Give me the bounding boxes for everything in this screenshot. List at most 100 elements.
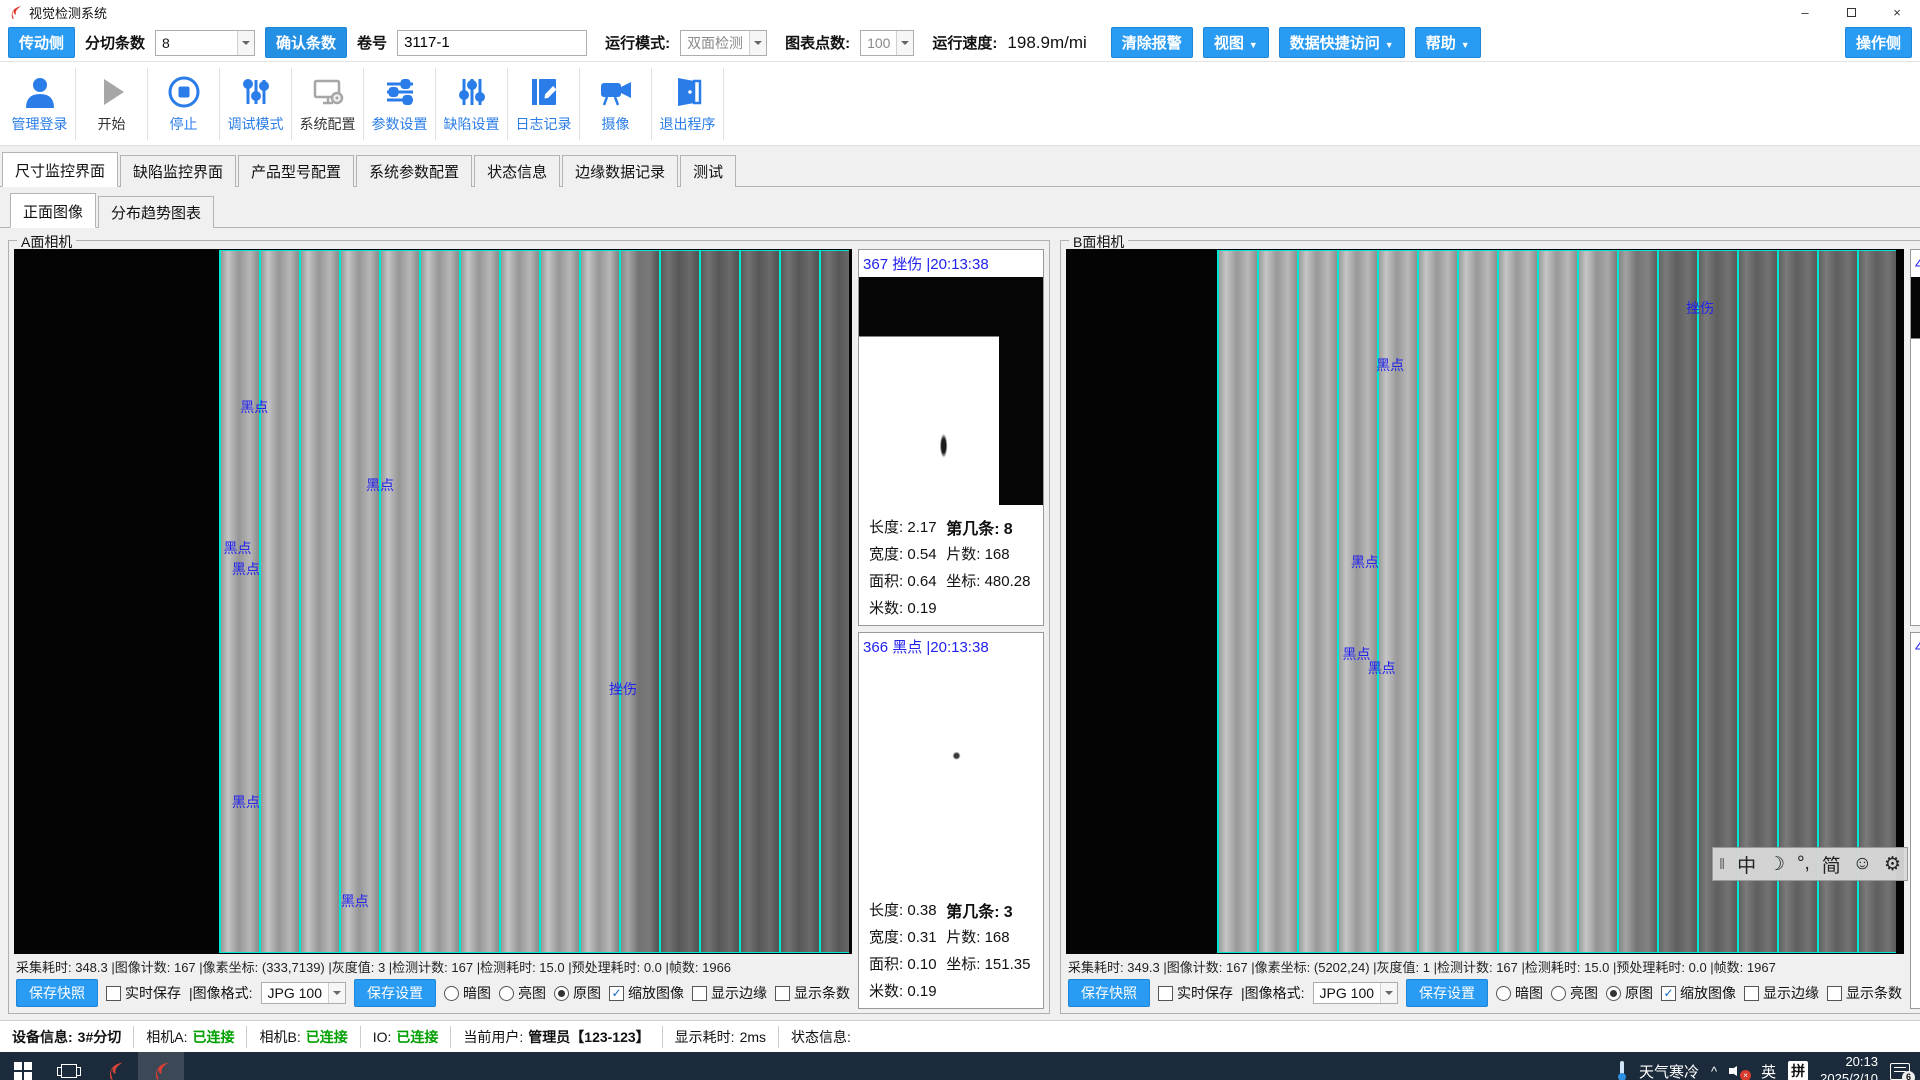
- chevron-down-icon: [749, 31, 766, 55]
- defect-column-b: 479 黑点 |20:13:38 长度: 0.38 第几条: 4 宽度: 0.3…: [1910, 249, 1920, 1009]
- show-edge-checkbox[interactable]: 显示边缘: [692, 983, 767, 1003]
- tab-product-model-config[interactable]: 产品型号配置: [238, 155, 354, 187]
- clear-alarm-button[interactable]: 清除报警: [1111, 27, 1193, 58]
- tab-system-param-config[interactable]: 系统参数配置: [356, 155, 472, 187]
- dark-image-radio[interactable]: 暗图: [444, 983, 491, 1003]
- defect-settings-button[interactable]: 缺陷设置: [436, 68, 508, 140]
- weather-text: 天气寒冷: [1639, 1061, 1699, 1080]
- checkbox-icon: [1158, 986, 1173, 1001]
- slit-count-select[interactable]: 8: [155, 30, 255, 56]
- defect-annotation: 黑点: [224, 538, 252, 558]
- tab-size-monitor[interactable]: 尺寸监控界面: [2, 152, 118, 187]
- system-config-button[interactable]: 系统配置: [292, 68, 364, 140]
- run-mode-label: 运行模式:: [605, 32, 670, 53]
- icon-toolbar: 管理登录 开始 停止 调试模式 系统配置 参数设置 缺陷设置 日志记录 摄像 退…: [0, 62, 1920, 146]
- roll-number-input[interactable]: [397, 30, 587, 56]
- start-button[interactable]: [0, 1052, 46, 1080]
- close-button[interactable]: ×: [1874, 0, 1920, 24]
- realtime-save-checkbox[interactable]: 实时保存: [1158, 983, 1233, 1003]
- tab-test[interactable]: 测试: [680, 155, 736, 187]
- maximize-button[interactable]: [1828, 0, 1874, 24]
- help-menu-button[interactable]: 帮助▼: [1415, 27, 1481, 58]
- log-record-button[interactable]: 日志记录: [508, 68, 580, 140]
- param-settings-button[interactable]: 参数设置: [364, 68, 436, 140]
- image-format-select[interactable]: JPG 100: [261, 982, 346, 1004]
- time-text: 20:13: [1845, 1054, 1878, 1069]
- chart-points-label: 图表点数:: [785, 32, 850, 53]
- speaker-muted-icon[interactable]: ×: [1729, 1063, 1749, 1079]
- checkbox-icon: [692, 986, 707, 1001]
- current-user-label: 当前用户:: [463, 1027, 523, 1047]
- start-button[interactable]: 开始: [76, 68, 148, 140]
- app-status-bar: 设备信息:3#分切 相机A:已连接 相机B:已连接 IO:已连接 当前用户:管理…: [0, 1020, 1920, 1052]
- save-settings-button[interactable]: 保存设置: [1406, 979, 1488, 1007]
- save-snapshot-button[interactable]: 保存快照: [16, 979, 98, 1007]
- zoom-image-checkbox[interactable]: 缩放图像: [1661, 983, 1736, 1003]
- app-logo-icon: [105, 1061, 125, 1080]
- ime-toolbar: ‖ 中 ☽ °, 简 ☺ ⚙: [1712, 847, 1908, 881]
- image-format-select[interactable]: JPG 100: [1313, 982, 1398, 1004]
- tab-status-info[interactable]: 状态信息: [474, 155, 560, 187]
- taskbar-app-2-active[interactable]: [138, 1052, 184, 1080]
- emoji-icon[interactable]: ☺: [1853, 853, 1872, 875]
- subtab-front-image[interactable]: 正面图像: [10, 193, 96, 228]
- show-edge-checkbox[interactable]: 显示边缘: [1744, 983, 1819, 1003]
- camera-b-controls: 保存快照 实时保存 |图像格式: JPG 100 保存设置 暗图 亮图 原图 缩…: [1066, 978, 1904, 1009]
- capture-button[interactable]: 摄像: [580, 68, 652, 140]
- ime-drag-handle[interactable]: ‖: [1719, 856, 1725, 873]
- exit-icon: [670, 74, 706, 110]
- ime-cn-en-toggle[interactable]: 中: [1737, 851, 1756, 878]
- defect-header: 478 挫伤 |20:13:38: [1911, 633, 1920, 660]
- moon-icon[interactable]: ☽: [1768, 853, 1785, 876]
- task-view-button[interactable]: [46, 1052, 92, 1080]
- run-mode-select[interactable]: 双面检测: [680, 30, 767, 56]
- drive-side-button[interactable]: 传动侧: [8, 27, 75, 58]
- film-strips-a: [219, 250, 848, 953]
- chevron-down-icon: ▼: [1461, 40, 1470, 50]
- dark-image-radio[interactable]: 暗图: [1496, 983, 1543, 1003]
- io-label: IO:: [373, 1029, 392, 1045]
- tray-expand-chevron[interactable]: ^: [1711, 1064, 1717, 1079]
- windows-taskbar: 天气寒冷 ^ × 英 拼 20:13 2025/2/10 6: [0, 1052, 1920, 1080]
- show-count-checkbox[interactable]: 显示条数: [775, 983, 850, 1003]
- chevron-down-icon: ▼: [1249, 40, 1258, 50]
- taskbar-clock[interactable]: 20:13 2025/2/10: [1820, 1054, 1878, 1080]
- bright-image-radio[interactable]: 亮图: [499, 983, 546, 1003]
- image-format-label: |图像格式:: [189, 983, 253, 1003]
- gear-icon[interactable]: ⚙: [1884, 853, 1901, 876]
- view-menu-button[interactable]: 视图▼: [1203, 27, 1269, 58]
- original-image-radio[interactable]: 原图: [554, 983, 601, 1003]
- debug-mode-button[interactable]: 调试模式: [220, 68, 292, 140]
- show-count-checkbox[interactable]: 显示条数: [1827, 983, 1902, 1003]
- subtab-trend-chart[interactable]: 分布趋势图表: [98, 196, 214, 228]
- save-snapshot-button[interactable]: 保存快照: [1068, 979, 1150, 1007]
- play-icon: [94, 74, 130, 110]
- language-indicator[interactable]: 英: [1761, 1061, 1776, 1080]
- tab-edge-data-record[interactable]: 边缘数据记录: [562, 155, 678, 187]
- ime-mode-indicator[interactable]: 拼: [1788, 1061, 1808, 1080]
- taskbar-app-1[interactable]: [92, 1052, 138, 1080]
- chart-points-select[interactable]: 100: [860, 30, 914, 56]
- original-image-radio[interactable]: 原图: [1606, 983, 1653, 1003]
- minimize-button[interactable]: –: [1782, 0, 1828, 24]
- defect-thumbnail: [1911, 277, 1920, 505]
- notification-center-icon[interactable]: 6: [1890, 1063, 1910, 1080]
- stop-button[interactable]: 停止: [148, 68, 220, 140]
- punctuation-toggle[interactable]: °,: [1797, 853, 1810, 875]
- data-quick-access-menu-button[interactable]: 数据快捷访问▼: [1279, 27, 1405, 58]
- admin-login-button[interactable]: 管理登录: [4, 68, 76, 140]
- save-settings-button[interactable]: 保存设置: [354, 979, 436, 1007]
- tab-defect-monitor[interactable]: 缺陷监控界面: [120, 155, 236, 187]
- confirm-count-button[interactable]: 确认条数: [265, 27, 347, 58]
- defect-card: 479 黑点 |20:13:38 长度: 0.38 第几条: 4 宽度: 0.3…: [1910, 249, 1920, 626]
- operator-side-button[interactable]: 操作侧: [1845, 27, 1912, 58]
- radio-selected-icon: [1606, 986, 1621, 1001]
- zoom-image-checkbox[interactable]: 缩放图像: [609, 983, 684, 1003]
- debug-mode-icon: [238, 74, 274, 110]
- simplified-toggle[interactable]: 简: [1822, 851, 1841, 878]
- bright-image-radio[interactable]: 亮图: [1551, 983, 1598, 1003]
- exit-program-button[interactable]: 退出程序: [652, 68, 724, 140]
- realtime-save-checkbox[interactable]: 实时保存: [106, 983, 181, 1003]
- checkbox-icon: [106, 986, 121, 1001]
- task-view-icon: [61, 1064, 77, 1078]
